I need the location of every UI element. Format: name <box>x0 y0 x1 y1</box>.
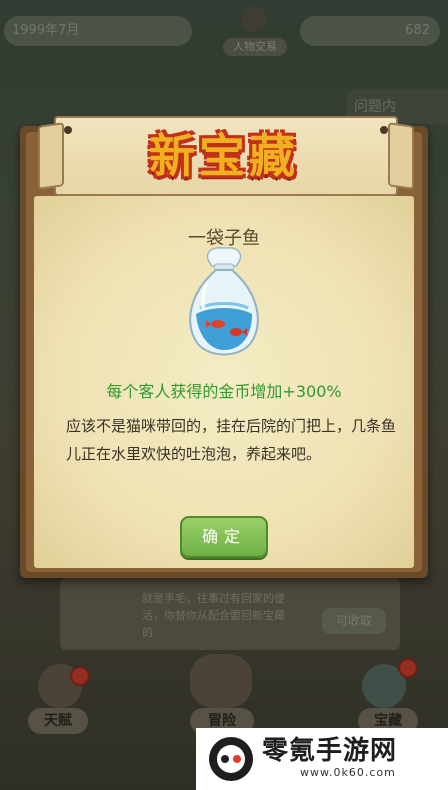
item-effect: 每个客人获得的金币增加+300% <box>106 382 342 401</box>
confirm-button[interactable]: 确定 <box>180 516 268 558</box>
watermark: 零氪手游网 www.0k60.com <box>196 728 448 790</box>
watermark-name: 零氪手游网 <box>262 736 398 766</box>
new-treasure-dialog: 新宝藏 一袋子鱼 每个客人获得的金币增加+300% 应该不是猫咪带回的，挂在后院… <box>20 116 428 578</box>
item-description: 应该不是猫咪带回的，挂在后院的门把上，几条鱼儿正在水里欢快的吐泡泡，养起来吧。 <box>66 417 397 463</box>
fish-bag-icon <box>182 244 266 360</box>
dialog-title: 新宝藏 <box>149 129 299 183</box>
gamepad-logo-icon <box>206 734 256 784</box>
watermark-url: www.0k60.com <box>300 766 396 779</box>
